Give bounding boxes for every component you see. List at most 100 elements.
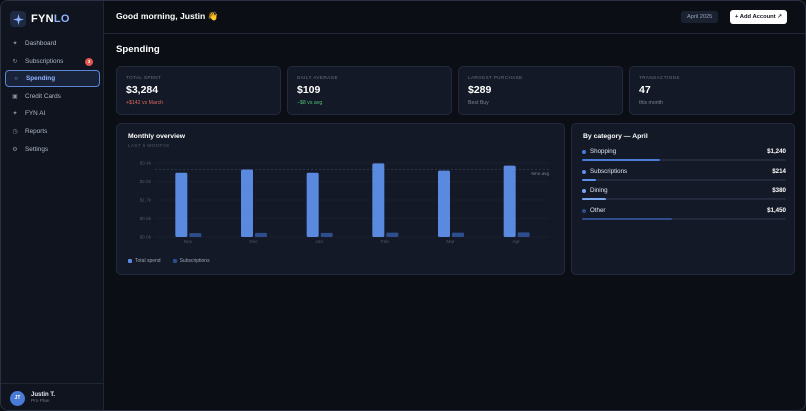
circle-icon: ○ [14,75,18,82]
sidebar-item-label: Subscriptions [25,57,64,65]
user-profile[interactable]: JT Justin T. Pro Plan [1,383,104,410]
legend-item-total: Total spend [128,258,161,264]
category-amount: $380 [772,187,786,194]
y-tick-label: $2.5k [140,179,152,184]
chart-legend: Total spend Subscriptions [128,258,210,264]
top-header: Good morning, Justin 👋 April 2025 + Add … [104,1,805,34]
refresh-icon: ↻ [12,58,18,65]
stat-label: Total spent [126,75,162,80]
chart-icon: ◷ [12,128,18,135]
stat-detail: Best Buy [468,100,489,106]
stat-change: −$8 vs avg [297,100,323,106]
category-list: Shopping $1,240 Subscriptions $214 Dinin… [582,148,786,226]
avatar: JT [10,390,25,406]
category-card: By category — April Shopping $1,240 Subs… [571,123,795,275]
legend-label: Total spend [135,258,161,264]
y-tick-label: $0.0k [140,235,152,240]
category-row-dining[interactable]: Dining $380 [582,187,786,207]
sidebar-item-dashboard[interactable]: ✦ Dashboard [5,35,100,52]
y-tick-label: $0.8k [140,216,152,221]
category-row-other[interactable]: Other $1,450 [582,207,786,227]
y-tick-label: $1.7k [140,198,152,203]
brand[interactable]: FYNLO [10,10,70,28]
sidebar-item-label: Dashboard [25,40,57,47]
stat-label: Transactions [639,75,680,80]
stat-value: $289 [468,84,492,96]
category-bar-fill [582,178,597,181]
category-bar-track [582,159,786,161]
total-spend-bar [241,169,253,237]
sidebar-item-credit-cards[interactable]: ▣ Credit Cards [5,88,100,105]
spending-bar-chart: $0.0k $0.8k $1.7k $2.5k $3.4k 6mo avg Nov Dec Ja… [140,161,550,245]
total-spend-bar [372,163,385,237]
subscriptions-bar [189,233,202,237]
stat-label: Daily average [297,75,338,80]
sparkle-icon: ✦ [12,111,18,118]
user-plan: Pro Plan [31,399,50,404]
add-account-button[interactable]: + Add Account ↗ [730,10,788,24]
category-bar-track [582,178,786,181]
category-dot [582,189,586,193]
date-selector[interactable]: April 2025 [681,11,719,23]
greeting: Good morning, Justin 👋 [116,11,219,21]
monthly-overview-card: Monthly overview Last 6 months $0.0k $0.8… [116,123,565,275]
category-bar-fill [582,217,672,220]
category-dot [582,150,586,154]
sparkle-logo-icon [10,11,26,27]
category-row-subscriptions[interactable]: Subscriptions $214 [582,168,786,188]
y-tick-label: $3.4k [140,161,152,166]
legend-item-subscriptions: Subscriptions [172,258,210,264]
x-tick-label: Dec [249,239,258,245]
total-spend-bar [438,170,450,237]
category-amount: $214 [772,167,786,175]
category-name: Other [590,206,606,214]
legend-swatch [128,259,132,263]
notification-badge: 3 [85,57,93,66]
sidebar-item-reports[interactable]: ◷ Reports [5,123,100,140]
subscriptions-bar [320,232,333,237]
x-tick-label: Feb [381,239,390,245]
stat-change: +$142 vs March [126,100,164,106]
sidebar-item-fyn-ai[interactable]: ✦ FYN AI [5,105,100,122]
card-icon: ▣ [12,93,18,100]
card-title: By category — April [583,133,648,140]
sidebar-item-settings[interactable]: ⚙ Settings [5,141,100,158]
category-row-shopping[interactable]: Shopping $1,240 [582,148,786,168]
subscriptions-bar [452,232,464,237]
x-tick-label: Jan [315,239,323,245]
category-amount: $1,450 [767,206,786,214]
stat-card-transactions: Transactions 47 this month [629,66,795,115]
stat-card-daily-average: Daily average $109 −$8 vs avg [287,66,452,115]
stat-card-largest-purchase: Largest purchase $289 Best Buy [458,66,623,115]
sidebar-item-spending[interactable]: ○ Spending [5,70,100,88]
category-bar-track [582,217,786,220]
category-name: Subscriptions [590,167,628,175]
sidebar-item-subscriptions[interactable]: ↻ Subscriptions 3 [5,53,100,70]
x-tick-label: Mar [446,239,455,245]
stat-label: Largest purchase [468,75,523,80]
subscriptions-bar [386,232,399,237]
category-name: Dining [590,187,608,194]
total-spend-bar [175,172,188,237]
category-name: Shopping [590,148,617,155]
app-window: FYNLO ✦ Dashboard ↻ Subscriptions 3 ○ Sp… [0,0,806,411]
subscriptions-bar [255,232,267,237]
category-bar-fill [582,198,607,200]
sidebar: FYNLO ✦ Dashboard ↻ Subscriptions 3 ○ Sp… [1,1,104,410]
reference-line-label: 6mo avg [531,171,549,176]
gear-icon: ⚙ [12,146,18,153]
stat-detail: this month [639,100,663,106]
category-dot [582,169,586,174]
sidebar-nav: ✦ Dashboard ↻ Subscriptions 3 ○ Spending… [5,35,100,158]
x-tick-label: Apr [512,239,520,245]
category-bar-fill [582,159,660,161]
category-amount: $1,240 [767,148,786,155]
subscriptions-bar [517,232,530,237]
user-name: Justin T. [31,392,56,398]
category-dot [582,208,586,213]
legend-swatch [172,259,177,263]
category-bar-track [582,198,786,200]
sidebar-item-label: Spending [26,75,56,83]
grid-icon: ✦ [12,41,18,47]
page-title: Spending [116,44,160,55]
